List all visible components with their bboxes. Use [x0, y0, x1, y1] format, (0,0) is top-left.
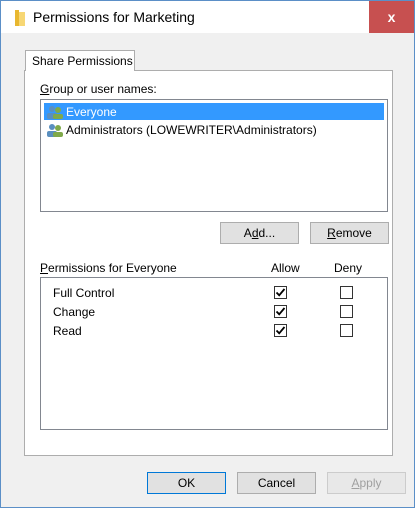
title-bar[interactable]: Permissions for Marketing x — [1, 1, 414, 33]
folder-icon — [15, 10, 25, 26]
user-listbox[interactable]: Everyone Administrators (LOWEWRITER\Admi… — [40, 99, 388, 212]
list-item-administrators[interactable]: Administrators (LOWEWRITER\Administrator… — [44, 121, 384, 138]
permission-name: Full Control — [53, 286, 115, 300]
permission-row-full-control: Full Control — [41, 284, 387, 302]
deny-checkbox-change[interactable] — [340, 305, 353, 318]
user-name: Administrators (LOWEWRITER\Administrator… — [66, 122, 317, 137]
allow-checkbox-change[interactable] — [274, 305, 287, 318]
window-title: Permissions for Marketing — [33, 9, 195, 25]
group-label: Group or user names: — [40, 82, 157, 96]
permissions-header: Permissions for Everyone — [40, 261, 177, 275]
list-item-everyone[interactable]: Everyone — [44, 103, 384, 120]
permissions-dialog: Permissions for Marketing x Share Permis… — [0, 0, 415, 508]
close-icon: x — [387, 9, 396, 25]
users-icon — [47, 123, 63, 137]
permission-name: Change — [53, 305, 96, 319]
users-icon — [47, 105, 63, 119]
check-icon — [275, 326, 286, 335]
apply-button[interactable]: Apply — [327, 472, 406, 494]
check-icon — [275, 307, 286, 316]
allow-checkbox-read[interactable] — [274, 324, 287, 337]
allow-column-header: Allow — [271, 261, 300, 275]
dialog-footer: OK Cancel Apply — [1, 461, 414, 507]
deny-column-header: Deny — [334, 261, 363, 275]
tab-share-permissions[interactable]: Share Permissions — [25, 50, 135, 71]
deny-checkbox-full-control[interactable] — [340, 286, 353, 299]
permission-row-change: Change — [41, 303, 387, 321]
ok-button[interactable]: OK — [147, 472, 226, 494]
check-icon — [275, 288, 286, 297]
remove-button[interactable]: Remove — [310, 222, 389, 244]
close-button[interactable]: x — [369, 1, 414, 33]
deny-checkbox-read[interactable] — [340, 324, 353, 337]
permission-row-read: Read — [41, 322, 387, 340]
permission-name: Read — [53, 324, 82, 338]
add-button[interactable]: Ad d... — [220, 222, 299, 244]
permissions-grid: Full Control Change Read — [40, 277, 388, 430]
allow-checkbox-full-control[interactable] — [274, 286, 287, 299]
user-name: Everyone — [66, 104, 117, 119]
cancel-button[interactable]: Cancel — [237, 472, 316, 494]
